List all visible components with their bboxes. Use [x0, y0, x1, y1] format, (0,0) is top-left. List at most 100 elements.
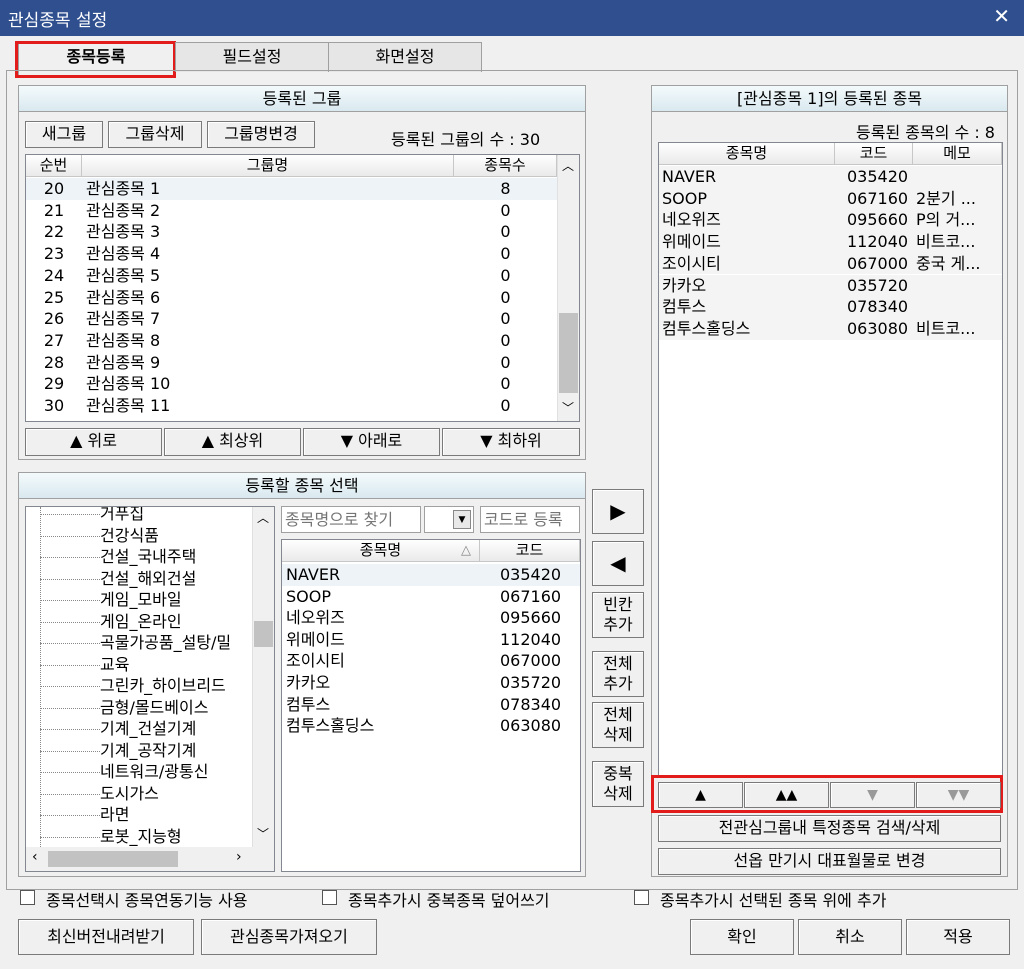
expiry-change-button[interactable]: 선옵 만기시 대표월물로 변경 — [658, 848, 1001, 875]
list-item[interactable]: SOOP 067160 2분기 ... — [659, 187, 1002, 210]
list-item[interactable]: 컴투스 078340 — [282, 694, 580, 716]
cancel-button[interactable]: 취소 — [798, 919, 902, 955]
col-header-reg-memo[interactable]: 메모 — [913, 143, 1002, 165]
scrollbar-thumb[interactable] — [48, 851, 178, 867]
new-group-button[interactable]: 새그룹 — [25, 121, 103, 148]
col-header-count[interactable]: 종목수 — [454, 155, 557, 177]
option-sync-row[interactable]: 종목선택시 종목연동기능 사용 — [20, 887, 330, 910]
list-item[interactable]: 위메이드 112040 비트코... — [659, 231, 1002, 253]
tree-hscrollbar[interactable]: ‹ › — [26, 847, 274, 871]
tree-item[interactable]: 게임_온라인 — [26, 611, 182, 633]
delete-group-button[interactable]: 그룹삭제 — [108, 121, 202, 148]
chevron-right-icon[interactable]: › — [236, 849, 242, 865]
rename-group-button[interactable]: 그룹명변경 — [207, 121, 315, 148]
option-insert-above-row[interactable]: 종목추가시 선택된 종목 위에 추가 — [634, 887, 1014, 910]
move-down-button[interactable]: ▼ 아래로 — [303, 428, 440, 456]
table-row[interactable]: 23 관심종목 4 0 — [26, 243, 557, 265]
tree-item[interactable]: 네트워크/광통신 — [26, 761, 208, 783]
reg-move-top-button[interactable]: ▲▲ — [744, 782, 829, 808]
apply-button[interactable]: 적용 — [906, 919, 1010, 955]
table-row[interactable]: 25 관심종목 6 0 — [26, 287, 557, 309]
tab-field-settings[interactable]: 필드설정 — [175, 42, 329, 72]
table-row[interactable]: 26 관심종목 7 0 — [26, 308, 557, 330]
chevron-down-icon[interactable]: ﹀ — [562, 399, 574, 416]
list-item[interactable]: 위메이드 112040 — [282, 629, 580, 651]
list-item[interactable]: 컴투스 078340 — [659, 296, 1002, 318]
groups-scrollbar[interactable]: ︿ ﹀ — [557, 155, 579, 421]
tree-item[interactable]: 교육 — [26, 654, 129, 676]
remove-stock-button[interactable]: ◀ — [592, 541, 644, 586]
tree-item[interactable]: 곡물가공품_설탕/밀 — [26, 632, 231, 654]
list-item[interactable]: 네오위즈 095660 — [282, 607, 580, 629]
tree-item[interactable]: 건설_해외건설 — [26, 568, 196, 590]
table-row[interactable]: 20 관심종목 1 8 — [26, 178, 557, 200]
tree-item[interactable]: 로봇_지능형 — [26, 826, 182, 848]
move-top-button[interactable]: ▲ 최상위 — [164, 428, 301, 456]
move-bottom-button[interactable]: ▼ 최하위 — [442, 428, 580, 456]
tree-item[interactable]: 건강식품 — [26, 525, 159, 547]
table-row[interactable]: 28 관심종목 9 0 — [26, 352, 557, 374]
tree-item[interactable]: 라면 — [26, 804, 129, 826]
table-row[interactable]: 29 관심종목 10 0 — [26, 373, 557, 395]
list-item[interactable]: SOOP 067160 — [282, 586, 580, 608]
move-up-button[interactable]: ▲ 위로 — [25, 428, 162, 456]
list-item[interactable]: 네오위즈 095660 P의 거... — [659, 209, 1002, 232]
tree-item[interactable]: 기계_공작기계 — [26, 740, 196, 762]
list-item[interactable]: 조이시티 067000 — [282, 650, 580, 672]
scrollbar-thumb[interactable] — [559, 313, 578, 393]
col-header-group-name[interactable]: 그룹명 — [82, 155, 454, 177]
search-dropdown[interactable]: ▼ — [424, 506, 474, 533]
col-header-code[interactable]: 코드 — [480, 540, 580, 562]
list-item[interactable]: NAVER 035420 — [659, 166, 1002, 188]
table-row[interactable]: 30 관심종목 11 0 — [26, 395, 557, 417]
tree-item[interactable]: 도시가스 — [26, 783, 159, 805]
reg-move-bottom-button[interactable]: ▼▼ — [916, 782, 1001, 808]
col-header-reg-code[interactable]: 코드 — [835, 143, 913, 165]
list-item[interactable]: 컴투스홀딩스 063080 비트코... — [659, 317, 1002, 340]
close-icon[interactable]: ✕ — [993, 4, 1010, 28]
scrollbar-thumb[interactable] — [254, 621, 273, 647]
search-code-input[interactable] — [480, 506, 580, 533]
col-header-index[interactable]: 순번 — [26, 155, 82, 177]
ok-button[interactable]: 확인 — [690, 919, 794, 955]
reg-move-down-button[interactable]: ▼ — [830, 782, 915, 808]
table-row[interactable]: 22 관심종목 3 0 — [26, 221, 557, 243]
dropdown-arrow-icon[interactable]: ▼ — [453, 510, 471, 529]
option-overwrite-row[interactable]: 종목추가시 중복종목 덮어쓰기 — [322, 887, 632, 910]
tree-item[interactable]: 거푸집 — [26, 507, 144, 525]
tree-item[interactable]: 그린카_하이브리드 — [26, 675, 226, 697]
list-item[interactable]: 카카오 035720 — [659, 274, 1002, 297]
reg-move-up-button[interactable]: ▲ — [658, 782, 743, 808]
tree-item[interactable]: 기계_건설기계 — [26, 718, 196, 740]
tree-item[interactable]: 게임_모바일 — [26, 589, 182, 611]
download-latest-button[interactable]: 최신버전내려받기 — [18, 919, 194, 955]
list-item[interactable]: NAVER 035420 — [282, 564, 580, 586]
option-overwrite-checkbox[interactable] — [322, 890, 337, 905]
search-name-input[interactable] — [281, 506, 421, 533]
delete-duplicate-button[interactable]: 중복 삭제 — [592, 761, 644, 807]
list-item[interactable]: 컴투스홀딩스 063080 — [282, 715, 580, 737]
delete-all-button[interactable]: 전체 삭제 — [592, 702, 644, 748]
import-watchlist-button[interactable]: 관심종목가져오기 — [201, 919, 377, 955]
option-sync-checkbox[interactable] — [20, 890, 35, 905]
col-header-reg-name[interactable]: 종목명 — [659, 143, 835, 165]
col-header-stock-name[interactable]: 종목명 △ — [282, 540, 480, 562]
tree-item[interactable]: 금형/몰드베이스 — [26, 697, 208, 719]
chevron-left-icon[interactable]: ‹ — [32, 849, 38, 865]
search-delete-button[interactable]: 전관심그룹내 특정종목 검색/삭제 — [658, 815, 1001, 842]
blank-add-button[interactable]: 빈칸 추가 — [592, 592, 644, 638]
list-item[interactable]: 조이시티 067000 중국 게... — [659, 252, 1002, 275]
tab-screen-settings[interactable]: 화면설정 — [328, 42, 482, 72]
table-row[interactable]: 27 관심종목 8 0 — [26, 330, 557, 352]
table-row[interactable]: 21 관심종목 2 0 — [26, 200, 557, 222]
table-row[interactable]: 24 관심종목 5 0 — [26, 265, 557, 287]
tree-vscrollbar[interactable]: ︿ ﹀ — [252, 507, 274, 847]
chevron-down-icon[interactable]: ﹀ — [257, 825, 269, 842]
chevron-up-icon[interactable]: ︿ — [257, 509, 269, 526]
add-stock-button[interactable]: ▶ — [592, 489, 644, 534]
option-insert-above-checkbox[interactable] — [634, 890, 649, 905]
add-all-button[interactable]: 전체 추가 — [592, 651, 644, 697]
chevron-up-icon[interactable]: ︿ — [562, 157, 574, 174]
list-item[interactable]: 카카오 035720 — [282, 672, 580, 694]
tree-item[interactable]: 건설_국내주택 — [26, 546, 196, 568]
